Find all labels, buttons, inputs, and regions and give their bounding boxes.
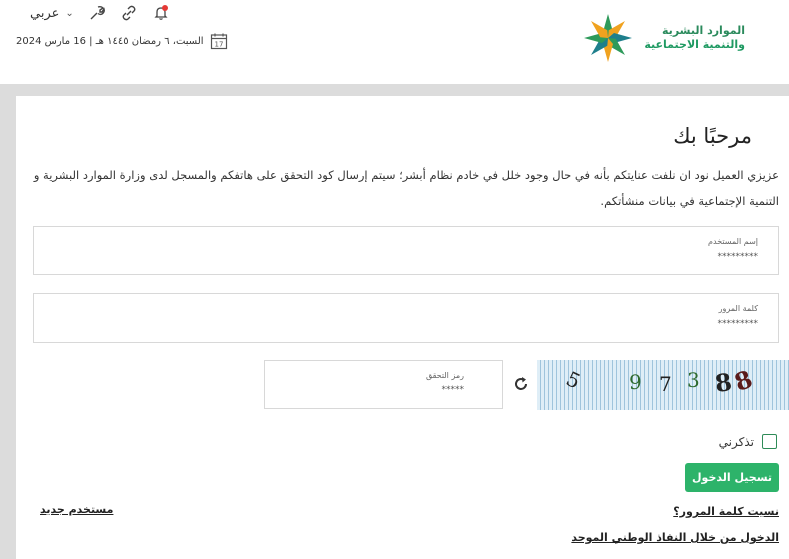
logo-text: الموارد البشرية والتنمية الاجتماعية: [644, 24, 745, 52]
header: الموارد البشرية والتنمية الاجتماعية عربي…: [0, 0, 789, 84]
top-toolbar: عربي ⌄: [30, 4, 170, 22]
ministry-logo[interactable]: الموارد البشرية والتنمية الاجتماعية: [582, 12, 745, 64]
remember-me[interactable]: تذكرني: [719, 434, 777, 449]
language-selector[interactable]: عربي ⌄: [30, 6, 74, 21]
nafath-login-link[interactable]: الدخول من خلال النفاذ الوطني الموحد: [571, 531, 779, 544]
remember-label: تذكرني: [718, 434, 754, 449]
remember-checkbox[interactable]: [762, 434, 777, 449]
password-label: كلمة المرور: [718, 304, 758, 313]
captcha-label: رمز التحقق: [425, 371, 464, 380]
logo-line-2: والتنمية الاجتماعية: [644, 38, 745, 51]
login-button[interactable]: تسجيل الدخول: [685, 463, 779, 492]
captcha-char: 3: [687, 368, 700, 392]
username-label: إسم المستخدم: [708, 237, 758, 246]
captcha-field[interactable]: رمز التحقق *****: [264, 360, 503, 409]
captcha-value[interactable]: *****: [442, 385, 465, 395]
captcha-char: 5: [562, 366, 585, 394]
date-text: السبت، ٦ رمضان ١٤٤٥ هـ | 16 مارس 2024: [16, 35, 204, 47]
password-value[interactable]: *********: [718, 319, 759, 329]
notice-text: عزيزي العميل نود ان نلفت عنايتكم بأنه في…: [33, 168, 779, 208]
captcha-char: 7: [659, 372, 672, 396]
forgot-password-link[interactable]: نسيت كلمة المرور؟: [673, 505, 779, 518]
page-title: مرحبًا بك: [673, 124, 752, 148]
logo-star-icon: [584, 14, 633, 62]
password-field[interactable]: كلمة المرور *********: [33, 293, 779, 343]
wrench-icon[interactable]: [88, 4, 106, 22]
date-display: 17 السبت، ٦ رمضان ١٤٤٥ هـ | 16 مارس 2024: [16, 32, 228, 50]
captcha-image: 8 8 3 7 9 5: [537, 360, 789, 410]
username-value[interactable]: *********: [718, 252, 759, 262]
notification-bell-icon[interactable]: [152, 4, 170, 22]
username-field[interactable]: إسم المستخدم *********: [33, 226, 779, 275]
language-label: عربي: [30, 5, 60, 21]
captcha-char: 9: [629, 370, 642, 394]
new-user-link[interactable]: مستخدم جديد: [40, 503, 113, 516]
refresh-captcha-icon[interactable]: [512, 375, 530, 393]
calendar-day: 17: [214, 41, 223, 49]
link-icon[interactable]: [120, 4, 138, 22]
calendar-icon: 17: [210, 33, 227, 50]
captcha-char: 8: [730, 364, 757, 397]
logo-line-1: الموارد البشرية: [662, 24, 745, 37]
chevron-down-icon: ⌄: [65, 7, 74, 19]
